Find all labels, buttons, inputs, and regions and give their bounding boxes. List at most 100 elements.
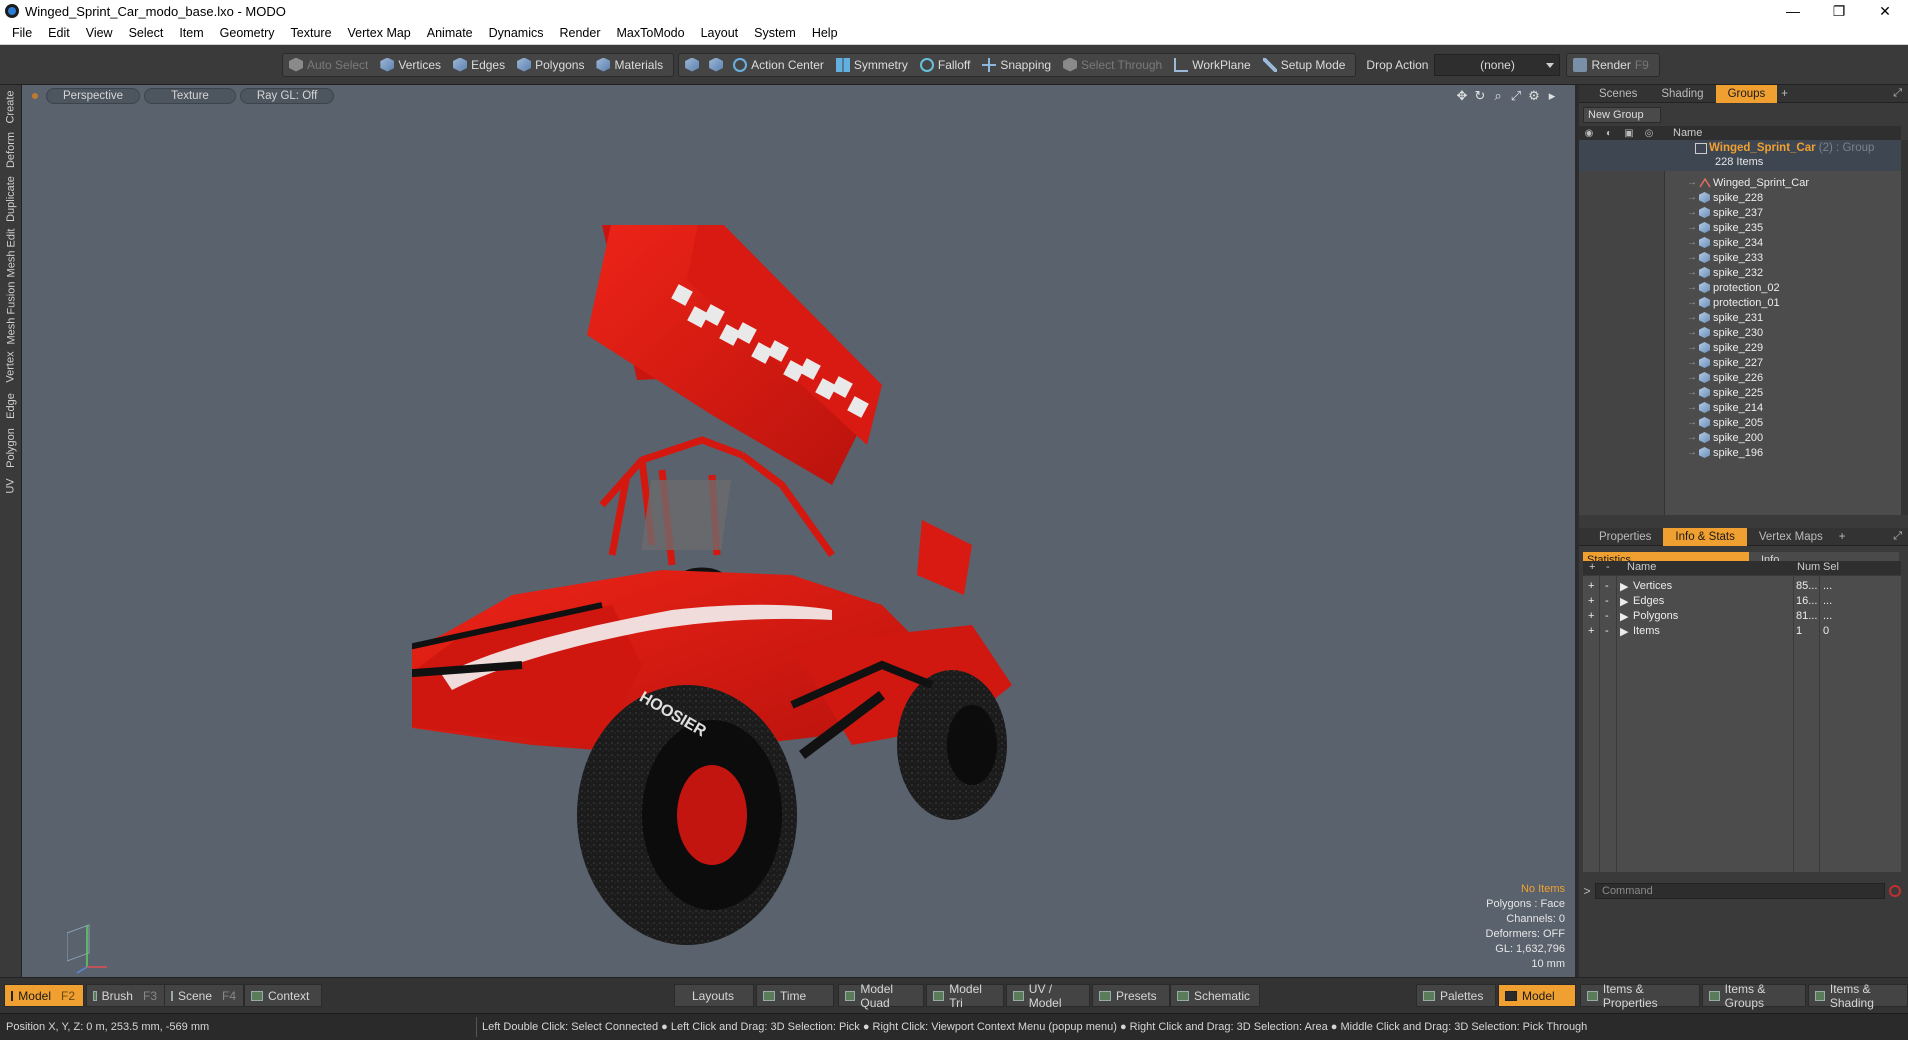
items-properties-button[interactable]: Items & Properties bbox=[1580, 982, 1700, 1010]
element-falloff-button[interactable] bbox=[681, 54, 705, 76]
menu-help[interactable]: Help bbox=[804, 26, 846, 40]
list-item[interactable]: → spike_214 bbox=[1579, 400, 1901, 415]
sprint-car-model[interactable]: HOOSIER bbox=[412, 225, 1222, 955]
groups-scrollbar[interactable] bbox=[1901, 140, 1908, 515]
falloff-button[interactable]: Falloff bbox=[916, 54, 978, 76]
tab-mesh-edit[interactable]: Mesh Edit bbox=[2, 227, 20, 279]
symmetry-button[interactable]: Symmetry bbox=[832, 54, 916, 76]
new-group-button[interactable]: New Group bbox=[1583, 107, 1661, 123]
menu-maxtomodo[interactable]: MaxToModo bbox=[609, 26, 693, 40]
menu-texture[interactable]: Texture bbox=[283, 26, 340, 40]
tab-create[interactable]: Create bbox=[2, 87, 20, 127]
uv-model-layout-button[interactable]: UV / Model bbox=[1006, 982, 1090, 1010]
menu-edit[interactable]: Edit bbox=[40, 26, 78, 40]
menu-item[interactable]: Item bbox=[171, 26, 211, 40]
tab-info-stats[interactable]: Info & Stats bbox=[1663, 527, 1747, 546]
command-input[interactable]: Command bbox=[1595, 883, 1885, 899]
list-item[interactable]: → spike_227 bbox=[1579, 355, 1901, 370]
list-item[interactable]: → spike_234 bbox=[1579, 235, 1901, 250]
list-item[interactable]: → spike_226 bbox=[1579, 370, 1901, 385]
triangle-right-icon[interactable]: ▶ bbox=[1620, 595, 1628, 608]
add-tab-icon[interactable]: + bbox=[1777, 88, 1792, 100]
list-item[interactable]: → spike_205 bbox=[1579, 415, 1901, 430]
3d-viewport[interactable]: Perspective Texture Ray GL: Off ✥ ↻ ⌕ ⤢ … bbox=[22, 85, 1577, 977]
expand-plus-icon[interactable]: + bbox=[1588, 580, 1594, 592]
scene-mode-button[interactable]: Scene F4 bbox=[164, 984, 244, 1007]
expand-plus-icon[interactable]: + bbox=[1588, 595, 1594, 607]
view-type-button[interactable]: Perspective bbox=[46, 88, 141, 104]
list-item[interactable]: → spike_231 bbox=[1579, 310, 1901, 325]
group-row[interactable]: Winged_Sprint_Car (2) : Group 228 Items bbox=[1579, 140, 1901, 171]
tab-uv[interactable]: UV bbox=[2, 473, 20, 499]
select-through-button[interactable]: Select Through bbox=[1059, 54, 1170, 76]
polygons-button[interactable]: Polygons bbox=[513, 54, 592, 76]
expand-arrow-icon[interactable]: ▸ bbox=[1543, 87, 1561, 105]
collapse-minus-icon[interactable]: - bbox=[1605, 580, 1609, 592]
list-item[interactable]: → protection_02 bbox=[1579, 280, 1901, 295]
list-item[interactable]: → protection_01 bbox=[1579, 295, 1901, 310]
tab-duplicate[interactable]: Duplicate bbox=[2, 173, 20, 225]
menu-dynamics[interactable]: Dynamics bbox=[481, 26, 552, 40]
zoom-icon[interactable]: ⌕ bbox=[1489, 87, 1507, 105]
triangle-right-icon[interactable]: ▶ bbox=[1620, 580, 1628, 593]
collapse-minus-icon[interactable]: - bbox=[1605, 625, 1609, 637]
setup-mode-button[interactable]: Setup Mode bbox=[1259, 54, 1354, 76]
settings-icon[interactable]: ⚙ bbox=[1525, 87, 1543, 105]
tab-mesh-fusion[interactable]: Mesh Fusion bbox=[2, 281, 20, 345]
list-item[interactable]: → spike_230 bbox=[1579, 325, 1901, 340]
add-tab-icon[interactable]: + bbox=[1835, 531, 1850, 543]
triangle-right-icon[interactable]: ▶ bbox=[1620, 610, 1628, 623]
model-mode-button[interactable]: Model F2 bbox=[4, 984, 84, 1007]
edges-button[interactable]: Edges bbox=[449, 54, 513, 76]
tab-properties[interactable]: Properties bbox=[1587, 528, 1663, 546]
materials-button[interactable]: Materials bbox=[592, 54, 671, 76]
workplane-button[interactable]: WorkPlane bbox=[1170, 54, 1258, 76]
vertices-button[interactable]: Vertices bbox=[376, 54, 449, 76]
tab-edge[interactable]: Edge bbox=[2, 389, 20, 423]
pan-icon[interactable]: ✥ bbox=[1453, 87, 1471, 105]
menu-vertex-map[interactable]: Vertex Map bbox=[340, 26, 419, 40]
tab-groups[interactable]: Groups bbox=[1715, 84, 1778, 103]
list-item[interactable]: → spike_200 bbox=[1579, 430, 1901, 445]
table-row[interactable]: + - ▶ Items 1 0 bbox=[1583, 624, 1901, 639]
restore-button[interactable]: ❐ bbox=[1816, 0, 1862, 22]
collapse-minus-icon[interactable]: - bbox=[1605, 610, 1609, 622]
items-groups-button[interactable]: Items & Groups bbox=[1702, 982, 1806, 1010]
action-center-button[interactable]: Action Center bbox=[729, 54, 832, 76]
list-item[interactable]: → spike_237 bbox=[1579, 205, 1901, 220]
layouts-button[interactable]: Layouts bbox=[674, 984, 754, 1007]
context-button[interactable]: Context bbox=[244, 984, 322, 1007]
raygl-button[interactable]: Ray GL: Off bbox=[239, 88, 335, 104]
collapse-minus-icon[interactable]: - bbox=[1605, 595, 1609, 607]
table-row[interactable]: + - ▶ Vertices 85...... bbox=[1583, 579, 1901, 594]
list-item[interactable]: → Winged_Sprint_Car bbox=[1579, 175, 1901, 190]
viewport-menu-dot-icon[interactable] bbox=[32, 93, 38, 99]
menu-render[interactable]: Render bbox=[552, 26, 609, 40]
menu-system[interactable]: System bbox=[746, 26, 804, 40]
expand-panel-icon[interactable]: ⤢ bbox=[1893, 530, 1908, 543]
expand-plus-icon[interactable]: + bbox=[1588, 625, 1594, 637]
menu-geometry[interactable]: Geometry bbox=[212, 26, 283, 40]
rotate-icon[interactable]: ↻ bbox=[1471, 87, 1489, 105]
time-layout-button[interactable]: Time bbox=[756, 984, 834, 1007]
menu-select[interactable]: Select bbox=[121, 26, 172, 40]
tab-scenes[interactable]: Scenes bbox=[1587, 85, 1649, 103]
drop-action-select[interactable]: (none) bbox=[1434, 53, 1561, 76]
shading-mode-button[interactable]: Texture bbox=[144, 88, 236, 104]
menu-layout[interactable]: Layout bbox=[693, 26, 747, 40]
snapping-button[interactable]: Snapping bbox=[978, 54, 1059, 76]
table-row[interactable]: + - ▶ Polygons 81...... bbox=[1583, 609, 1901, 624]
schematic-layout-button[interactable]: Schematic bbox=[1170, 984, 1260, 1007]
element-select-button[interactable] bbox=[705, 54, 729, 76]
expand-plus-icon[interactable]: + bbox=[1588, 610, 1594, 622]
auto-select-button[interactable]: Auto Select bbox=[285, 54, 376, 76]
list-item[interactable]: → spike_233 bbox=[1579, 250, 1901, 265]
list-item[interactable]: → spike_225 bbox=[1579, 385, 1901, 400]
presets-layout-button[interactable]: Presets bbox=[1092, 984, 1170, 1007]
items-shading-button[interactable]: Items & Shading bbox=[1808, 982, 1908, 1010]
render-button[interactable]: Render F9 bbox=[1569, 54, 1656, 76]
tab-polygon[interactable]: Polygon bbox=[2, 425, 20, 471]
list-item[interactable]: → spike_229 bbox=[1579, 340, 1901, 355]
tab-vertex[interactable]: Vertex bbox=[2, 347, 20, 387]
expand-panel-icon[interactable]: ⤢ bbox=[1893, 87, 1908, 100]
